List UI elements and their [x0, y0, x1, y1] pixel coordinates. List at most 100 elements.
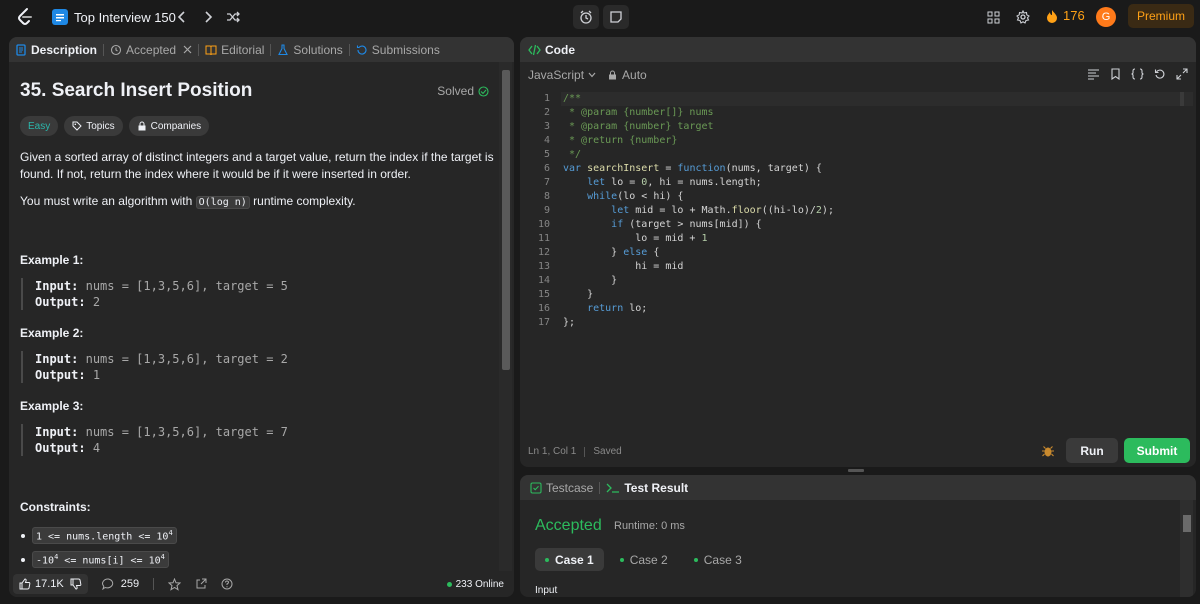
run-button[interactable]: Run	[1066, 438, 1118, 463]
case-tab-1[interactable]: Case 1	[535, 548, 604, 571]
top-navbar: Top Interview 150 176 G Premium	[0, 0, 1200, 34]
thumbs-down-icon[interactable]	[70, 578, 82, 590]
close-tab-icon[interactable]	[183, 45, 192, 54]
tab-editorial[interactable]: Editorial	[205, 37, 264, 62]
submit-button[interactable]: Submit	[1124, 438, 1190, 463]
autocomplete-mode[interactable]: Auto	[608, 68, 647, 82]
line-text: var searchInsert = function(nums, target…	[563, 163, 822, 174]
line-text: } else {	[563, 247, 660, 258]
scrollbar-thumb[interactable]	[502, 70, 510, 370]
problem-title[interactable]: 35. Search Insert Position	[20, 80, 252, 102]
clock-rewind-icon	[356, 45, 367, 55]
language-select[interactable]: JavaScript	[528, 68, 596, 82]
line-number: 1	[543, 93, 550, 104]
braces-icon[interactable]	[1131, 68, 1144, 80]
book-icon	[205, 45, 217, 55]
comment-count: 259	[120, 578, 140, 590]
line-text: };	[563, 317, 576, 328]
previous-problem-icon[interactable]	[172, 7, 192, 27]
thumbs-up-icon[interactable]	[19, 578, 31, 590]
line-text: */	[563, 149, 582, 160]
tab-testcase[interactable]: Testcase	[530, 475, 593, 500]
line-text: let lo = 0, hi = nums.length;	[587, 177, 762, 188]
result-scrollbar[interactable]	[1180, 500, 1193, 597]
line-text: hi = mid	[563, 261, 684, 272]
settings-gear-icon[interactable]	[1014, 8, 1032, 26]
help-button[interactable]	[221, 578, 233, 590]
tab-accepted[interactable]: Accepted	[110, 37, 192, 62]
share-icon	[196, 578, 207, 589]
comment-icon	[101, 578, 113, 590]
example-3-label: Example 3:	[20, 399, 84, 413]
chevron-down-icon	[588, 72, 596, 78]
line-text: if (target > nums[mid]) {	[611, 219, 762, 230]
line-text: * @return {number}	[563, 135, 678, 146]
panel-resize-handle[interactable]	[848, 469, 864, 472]
vote-group: 17.1K	[13, 574, 88, 594]
line-number: 17	[537, 317, 550, 328]
favorite-button[interactable]	[168, 577, 182, 591]
constraints-label: Constraints:	[20, 500, 91, 514]
line-number: 8	[543, 191, 550, 202]
flask-icon	[278, 43, 289, 55]
tag-icon	[72, 121, 82, 131]
shuffle-icon[interactable]	[223, 7, 243, 27]
line-text: return lo;	[587, 303, 648, 314]
constraint-item: -104 <= nums[i] <= 104	[21, 551, 169, 569]
expand-icon[interactable]	[1176, 68, 1188, 80]
result-tabbar: Testcase Test Result	[520, 475, 1196, 500]
tab-submissions[interactable]: Submissions	[356, 37, 440, 62]
premium-button[interactable]: Premium	[1128, 4, 1194, 28]
code-panel: Code JavaScript Auto 1 /** 2 * @param {num…	[520, 37, 1196, 467]
tab-solutions[interactable]: Solutions	[277, 37, 343, 62]
example-2-block: Input: nums = [1,3,5,6], target = 2 Outp…	[21, 351, 335, 383]
debugger-bug-icon[interactable]	[1039, 442, 1057, 460]
line-text: * @param {number[]} nums	[563, 107, 714, 118]
next-problem-icon[interactable]	[198, 7, 218, 27]
question-circle-icon	[221, 578, 233, 590]
tab-code[interactable]: Code	[528, 37, 575, 62]
timer-icon[interactable]	[573, 5, 599, 29]
study-plan-icon	[52, 9, 68, 25]
line-text: }	[563, 289, 594, 300]
code-toolbar: JavaScript Auto	[520, 62, 1196, 88]
line-number: 3	[543, 121, 550, 132]
line-number: 10	[537, 219, 550, 230]
solved-status: Solved	[437, 84, 489, 98]
description-panel: Description Accepted Editorial Solutions…	[9, 37, 514, 597]
companies-chip[interactable]: Companies	[128, 116, 210, 136]
format-lines-icon[interactable]	[1087, 68, 1100, 80]
problem-description: Given a sorted array of distinct integer…	[20, 150, 494, 181]
line-number: 5	[543, 149, 550, 160]
user-avatar[interactable]: G	[1096, 7, 1116, 27]
streak-counter[interactable]: 176	[1046, 8, 1085, 23]
scrollbar-thumb[interactable]	[1183, 515, 1191, 532]
leetcode-logo-icon[interactable]	[14, 6, 36, 28]
layout-grid-icon[interactable]	[984, 8, 1002, 26]
tab-description[interactable]: Description	[15, 37, 97, 62]
case-tab-3[interactable]: Case 3	[684, 548, 752, 571]
problem-list-button[interactable]: Top Interview 150	[52, 7, 176, 27]
reset-icon[interactable]	[1154, 68, 1166, 80]
line-number: 4	[543, 135, 550, 146]
line-number: 15	[537, 289, 550, 300]
bookmark-icon[interactable]	[1110, 68, 1121, 80]
verdict-text: Accepted	[535, 517, 602, 534]
line-number: 6	[543, 163, 550, 174]
tab-test-result[interactable]: Test Result	[606, 475, 688, 500]
line-text: let mid = lo + Math.floor((hi-lo)/2);	[611, 205, 834, 216]
like-count: 17.1K	[35, 578, 64, 590]
code-editor[interactable]: 1 /** 2 * @param {number[]} nums 3 * @param…	[520, 92, 1196, 432]
share-button[interactable]	[195, 578, 207, 590]
case-tab-2[interactable]: Case 2	[610, 548, 678, 571]
topics-chip[interactable]: Topics	[64, 116, 123, 136]
notes-icon[interactable]	[603, 5, 629, 29]
problem-footer: 17.1K 259 233 Online	[9, 571, 514, 597]
example-1-label: Example 1:	[20, 253, 84, 267]
line-text: }	[563, 275, 618, 286]
star-icon	[168, 577, 182, 591]
description-scrollbar[interactable]	[499, 62, 512, 572]
comments-button[interactable]: 259	[101, 578, 140, 590]
code-tabbar: Code	[520, 37, 1196, 62]
problem-content: 35. Search Insert Position Solved Easy T…	[9, 62, 499, 572]
